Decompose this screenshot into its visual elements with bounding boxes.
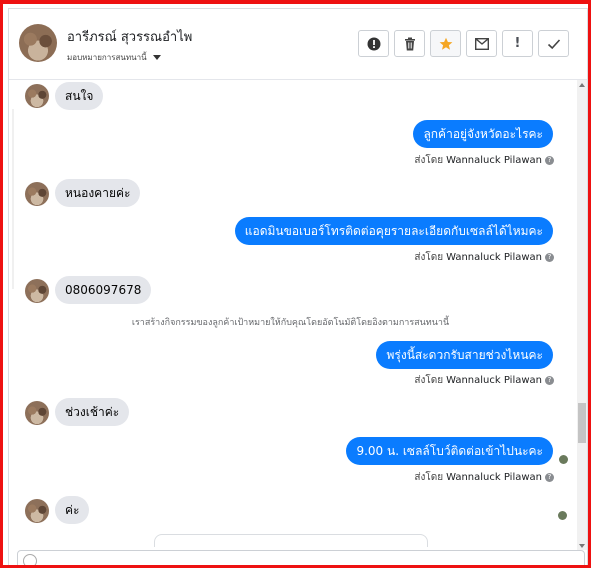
mark-spam-button[interactable]: ! [502, 30, 533, 57]
star-icon [439, 37, 452, 50]
conversation-panel: อารีภรณ์ สุวรรณอำไพ มอบหมายการสนทนานี้ !… [8, 8, 588, 568]
contact-name[interactable]: อารีภรณ์ สุวรรณอำไพ [67, 26, 192, 47]
delete-button[interactable] [394, 30, 425, 57]
info-icon[interactable]: ? [545, 156, 554, 165]
sent-by-prefix: ส่งโดย [414, 472, 444, 483]
contact-avatar[interactable] [19, 24, 57, 62]
sent-by-prefix: ส่งโดย [414, 375, 444, 386]
info-icon[interactable]: ? [545, 253, 554, 262]
mark-unread-button[interactable] [466, 30, 497, 57]
envelope-icon [474, 37, 489, 50]
exclamation-icon: ! [514, 36, 521, 51]
divider [12, 109, 14, 289]
sender-name[interactable]: Wannaluck Pilawan [446, 472, 542, 483]
attachment-icon[interactable] [23, 554, 37, 567]
avatar [25, 499, 49, 523]
scrollbar-thumb[interactable] [578, 403, 586, 443]
conversation-toolbar: ! [358, 30, 569, 57]
outgoing-message[interactable]: ลูกค้าอยู่จังหวัดอะไรคะ [413, 120, 553, 148]
trash-icon [404, 37, 415, 50]
exclamation-circle-icon [367, 37, 380, 50]
sent-by-prefix: ส่งโดย [414, 155, 444, 166]
info-icon[interactable]: ? [545, 376, 554, 385]
sent-by-label: ส่งโดย Wannaluck Pilawan? [414, 373, 554, 388]
outgoing-message[interactable]: แอดมินขอเบอร์โทรติดต่อคุยรายละเอียดกับเซ… [234, 217, 553, 245]
scroll-down-icon[interactable] [579, 544, 585, 548]
seen-indicator [559, 455, 568, 464]
sent-by-prefix: ส่งโดย [414, 252, 444, 263]
check-icon [547, 38, 560, 49]
avatar [25, 401, 49, 425]
incoming-message[interactable]: 0806097678 [55, 276, 152, 304]
sent-by-label: ส่งโดย Wannaluck Pilawan? [414, 153, 554, 168]
scroll-up-icon[interactable] [579, 83, 585, 87]
alert-icon-button[interactable] [358, 30, 389, 57]
incoming-message[interactable]: ค่ะ [55, 496, 90, 524]
assign-conversation-dropdown[interactable]: มอบหมายการสนทนานี้ [67, 51, 161, 64]
scrollbar[interactable] [577, 80, 587, 550]
message-composer[interactable] [17, 550, 585, 567]
new-messages-pill[interactable] [154, 534, 428, 547]
incoming-message[interactable]: สนใจ [55, 82, 104, 110]
star-button[interactable] [430, 30, 461, 57]
info-icon[interactable]: ? [545, 473, 554, 482]
sent-by-label: ส่งโดย Wannaluck Pilawan? [414, 250, 554, 265]
sent-by-label: ส่งโดย Wannaluck Pilawan? [414, 470, 554, 485]
sender-name[interactable]: Wannaluck Pilawan [446, 375, 542, 386]
done-button[interactable] [538, 30, 569, 57]
avatar [25, 279, 49, 303]
avatar [25, 182, 49, 206]
avatar [25, 84, 49, 108]
conversation-header: อารีภรณ์ สุวรรณอำไพ มอบหมายการสนทนานี้ ! [9, 9, 587, 80]
assign-label: มอบหมายการสนทนานี้ [67, 53, 147, 62]
incoming-message[interactable]: หนองคายค่ะ [55, 179, 141, 207]
chevron-down-icon [152, 55, 161, 60]
outgoing-message[interactable]: พรุ่งนี้สะดวกรับสายช่วงไหนคะ [376, 341, 553, 369]
sender-name[interactable]: Wannaluck Pilawan [446, 252, 542, 263]
read-receipt-avatar [558, 511, 567, 520]
system-note: เราสร้างกิจกรรมของลูกค้าเป้าหมายให้กับคุ… [131, 318, 450, 328]
incoming-message[interactable]: ช่วงเช้าค่ะ [55, 398, 130, 426]
outgoing-message[interactable]: 9.00 น. เซลล์โบว์ติดต่อเข้าไปนะคะ [346, 437, 553, 465]
sender-name[interactable]: Wannaluck Pilawan [446, 155, 542, 166]
